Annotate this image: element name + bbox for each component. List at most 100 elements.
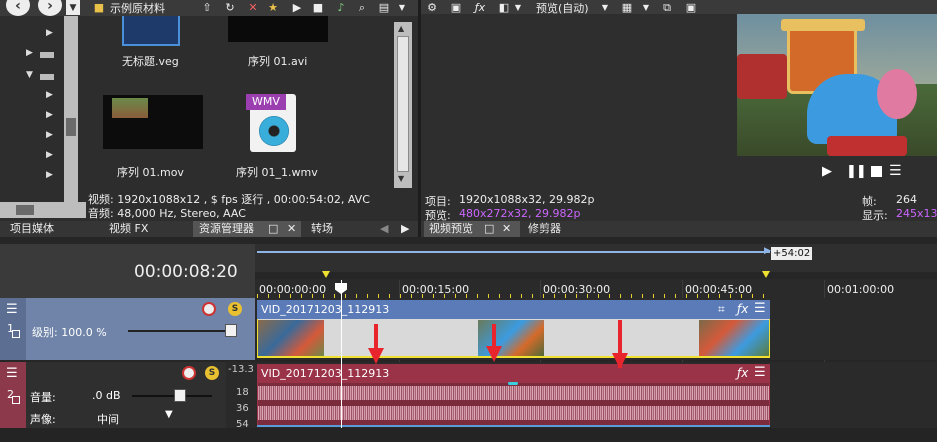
stop-icon[interactable]: ■ bbox=[311, 0, 325, 15]
loop-end-marker[interactable] bbox=[762, 271, 770, 278]
tree-expand-icon[interactable]: ▶ bbox=[46, 150, 53, 160]
clip-fx-icon[interactable]: ƒx bbox=[737, 302, 748, 316]
scroll-up-arrow[interactable]: ▲ bbox=[398, 24, 404, 33]
settings-gear-icon[interactable]: ⚙ bbox=[425, 0, 439, 15]
level-slider-track[interactable] bbox=[128, 330, 236, 332]
audio-waveform-bottom bbox=[258, 406, 769, 420]
meter-scale-label: 18 bbox=[236, 387, 249, 398]
up-folder-icon[interactable]: ⇧ bbox=[200, 0, 214, 15]
elephant-ear bbox=[877, 69, 917, 119]
solo-icon[interactable]: S bbox=[228, 302, 242, 316]
track-menu-icon[interactable]: ☰ bbox=[6, 366, 18, 381]
tree-expand-icon[interactable]: ▶ bbox=[46, 130, 53, 140]
clip-thumbnail bbox=[699, 320, 769, 357]
clip-menu-icon[interactable]: ☰ bbox=[754, 301, 766, 316]
audio-waveform-top bbox=[258, 386, 769, 400]
compositing-icon bbox=[12, 330, 20, 338]
level-slider-thumb[interactable] bbox=[225, 324, 237, 337]
tab-video-fx[interactable]: 视频 FX bbox=[109, 221, 148, 237]
project-value: 1920x1088x32, 29.982p bbox=[459, 193, 595, 206]
tree-expand-icon[interactable]: ▶ bbox=[26, 48, 33, 58]
delete-icon[interactable]: ✕ bbox=[246, 0, 260, 15]
drive-icon bbox=[40, 52, 54, 58]
explorer-path[interactable]: 示例原材料 bbox=[110, 0, 165, 16]
tab-video-preview[interactable]: 视频预览 bbox=[429, 221, 473, 237]
video-level-label: 级别: 100.0 % bbox=[32, 326, 107, 339]
tab-transitions[interactable]: 转场 bbox=[311, 221, 333, 237]
fade-handle[interactable] bbox=[508, 382, 518, 385]
preview-mode-chevron-icon[interactable]: ▼ bbox=[600, 0, 610, 15]
meter-peak-label: -13.3 bbox=[228, 364, 254, 375]
tab-project-media[interactable]: 项目媒体 bbox=[10, 221, 54, 237]
overlay-chevron-icon[interactable]: ▼ bbox=[641, 0, 651, 15]
tab-scroll-left-icon[interactable]: ◀ bbox=[380, 221, 388, 237]
play-icon[interactable]: ▶ bbox=[290, 0, 304, 15]
pause-button[interactable]: ❚❚ bbox=[846, 164, 867, 179]
volume-slider-track[interactable] bbox=[132, 395, 212, 397]
file-name[interactable]: 无标题.veg bbox=[122, 53, 179, 69]
split-screen-icon[interactable]: ◧ bbox=[497, 0, 511, 15]
mute-icon[interactable] bbox=[202, 302, 216, 316]
device-icon[interactable]: ▣ bbox=[449, 0, 463, 15]
search-icon[interactable]: ⌕ bbox=[355, 0, 369, 15]
file-name[interactable]: 序列 01.avi bbox=[248, 53, 307, 69]
tab-scroll-right-icon[interactable]: ▶ bbox=[401, 221, 409, 237]
favorites-icon[interactable]: ★ bbox=[266, 0, 280, 15]
crop-icon[interactable]: ⌗ bbox=[718, 302, 725, 317]
copy-snapshot-icon[interactable]: ⧉ bbox=[660, 0, 674, 15]
loop-region-line[interactable] bbox=[257, 251, 770, 253]
file-name[interactable]: 序列 01_1.wmv bbox=[236, 164, 318, 180]
ruler-label: 00:00:30:00 bbox=[543, 283, 611, 296]
annotation-arrow bbox=[612, 320, 628, 369]
solo-icon[interactable]: S bbox=[205, 366, 219, 380]
tab-explorer[interactable]: 资源管理器 bbox=[199, 221, 254, 237]
tree-scroll-thumb[interactable] bbox=[66, 118, 76, 136]
file-thumbnail[interactable] bbox=[122, 16, 180, 46]
file-thumbnail[interactable] bbox=[228, 16, 328, 42]
close-icon[interactable]: ✕ bbox=[287, 221, 296, 237]
file-name[interactable]: 序列 01.mov bbox=[117, 164, 184, 180]
window-icon[interactable]: □ bbox=[484, 221, 494, 237]
clip-fx-icon[interactable]: ƒx bbox=[737, 366, 748, 380]
marker-bar bbox=[255, 244, 937, 272]
volume-label: 音量: bbox=[30, 391, 56, 404]
preview-mode[interactable]: 预览(自动) bbox=[536, 0, 589, 16]
views-chevron-icon[interactable]: ▼ bbox=[395, 0, 409, 15]
tab-trimmer[interactable]: 修剪器 bbox=[528, 221, 561, 237]
grid-scroll-thumb[interactable] bbox=[397, 36, 409, 172]
track-menu-icon[interactable]: ☰ bbox=[6, 302, 18, 317]
menu-icon[interactable]: ☰ bbox=[889, 163, 902, 179]
tree-expand-icon[interactable]: ▶ bbox=[46, 28, 53, 38]
tree-expand-icon[interactable]: ▶ bbox=[46, 90, 53, 100]
auto-preview-icon[interactable]: ♪ bbox=[334, 0, 348, 15]
refresh-icon[interactable]: ↻ bbox=[223, 0, 237, 15]
save-snapshot-icon[interactable]: ▣ bbox=[684, 0, 698, 15]
play-button[interactable]: ▶ bbox=[822, 164, 832, 179]
views-icon[interactable]: ▤ bbox=[377, 0, 391, 15]
tree-hscrollbar[interactable] bbox=[0, 202, 86, 218]
grid-overlay-icon[interactable]: ▦ bbox=[620, 0, 634, 15]
split-chevron-icon[interactable]: ▼ bbox=[513, 0, 523, 15]
tree-scrollbar[interactable] bbox=[64, 16, 78, 202]
timecode-display[interactable]: 00:00:08:20 bbox=[134, 262, 238, 282]
pan-value: 中间 bbox=[97, 413, 119, 426]
wmv-badge: WMV bbox=[246, 94, 286, 110]
volume-slider-thumb[interactable] bbox=[174, 389, 186, 402]
close-icon[interactable]: ✕ bbox=[502, 221, 511, 237]
loop-start-marker[interactable] bbox=[322, 271, 330, 278]
dropdown-chevron-icon[interactable]: ▼ bbox=[66, 0, 80, 15]
preview-value: 480x272x32, 29.982p bbox=[459, 207, 581, 220]
tree-expand-icon[interactable]: ▶ bbox=[46, 170, 53, 180]
panel-splitter[interactable] bbox=[418, 0, 421, 237]
window-icon[interactable]: □ bbox=[268, 221, 278, 237]
pan-slider-thumb[interactable]: ▼ bbox=[165, 409, 173, 420]
mute-icon[interactable] bbox=[182, 366, 196, 380]
tree-hscroll-thumb[interactable] bbox=[16, 205, 34, 215]
scroll-down-arrow[interactable]: ▼ bbox=[398, 174, 404, 183]
tree-expand-icon[interactable]: ▶ bbox=[46, 110, 53, 120]
tree-collapse-icon[interactable]: ▼ bbox=[26, 70, 33, 80]
stop-button[interactable] bbox=[871, 166, 882, 177]
fx-icon[interactable]: ƒx bbox=[473, 0, 487, 15]
loop-region-arrow-icon: ▶ bbox=[764, 246, 771, 256]
clip-menu-icon[interactable]: ☰ bbox=[754, 365, 766, 380]
